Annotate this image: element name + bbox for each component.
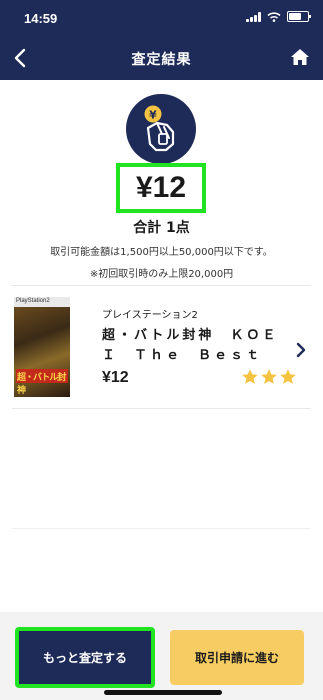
status-time: 14:59	[24, 11, 58, 26]
battery-icon	[287, 11, 311, 22]
divider	[12, 528, 311, 529]
amount-range-note: 取引可能金額は1,500円以上50,000円以下です。	[50, 247, 273, 258]
star-icon	[280, 369, 296, 384]
page-title: 査定結果	[131, 52, 192, 68]
star-icon	[261, 369, 277, 384]
item-platform: プレイステーション2	[102, 310, 198, 321]
first-trade-limit-note: ※初回取引時のみ上限20,000円	[89, 269, 234, 280]
nav-bar: 査定結果	[0, 36, 323, 80]
signal-icon	[246, 11, 261, 22]
amount-highlight-box: ¥12	[116, 163, 206, 213]
star-icon	[242, 369, 258, 384]
item-price: ¥12	[102, 369, 129, 386]
footer-actions: もっと査定する 取引申請に進む	[0, 612, 323, 700]
game-cover-image: PlayStation2 超・バトル封神	[14, 297, 70, 397]
proceed-to-trade-button[interactable]: 取引申請に進む	[170, 630, 304, 685]
home-icon[interactable]	[289, 46, 311, 68]
chevron-right-icon[interactable]	[294, 341, 308, 359]
total-count: 合計 1点	[133, 220, 190, 236]
appraisal-hand-icon: ¥	[126, 94, 196, 164]
rating-stars	[241, 368, 297, 386]
divider	[12, 408, 311, 409]
wifi-icon	[267, 11, 281, 22]
cover-brand: PlayStation2	[16, 298, 50, 304]
appraise-more-button[interactable]: もっと査定する	[15, 627, 155, 688]
status-icons	[246, 11, 311, 22]
total-amount: ¥12	[135, 171, 187, 204]
cover-title: 超・バトル封神	[17, 373, 66, 396]
list-item[interactable]: PlayStation2 超・バトル封神 プレイステーション2 超・バトル封神 …	[0, 286, 323, 406]
svg-text:¥: ¥	[149, 109, 157, 122]
home-indicator	[104, 690, 222, 695]
item-title: 超・バトル封神 ＫＯＥＩ Ｔｈｅ Ｂｅｓｔ	[102, 328, 279, 363]
status-bar: 14:59	[0, 0, 323, 36]
